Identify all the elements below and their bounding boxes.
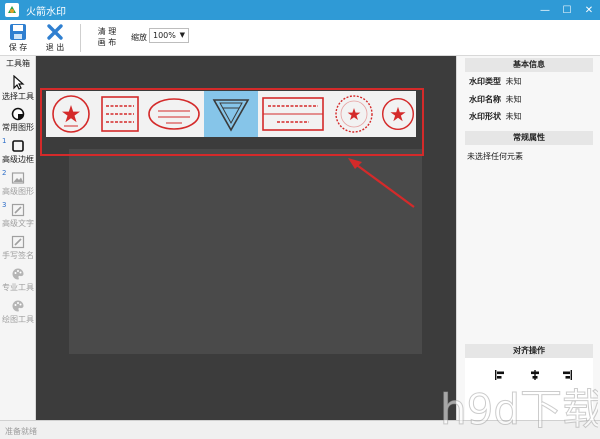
toolbar-divider <box>80 24 81 52</box>
canvas-area[interactable] <box>36 56 456 420</box>
svg-text:h9d下载: h9d下载 <box>440 385 598 434</box>
general-properties-header: 常规属性 <box>465 131 593 145</box>
watermark-name-row: 水印名称 未知 <box>469 94 522 105</box>
field-key: 水印名称 <box>469 95 501 104</box>
close-button[interactable]: ✕ <box>578 0 600 20</box>
watermark-type-row: 水印类型 未知 <box>469 76 522 87</box>
window-title: 火箭水印 <box>26 6 66 18</box>
field-key: 水印类型 <box>469 77 501 86</box>
tool-common-shapes[interactable]: 常用图形 <box>0 107 36 133</box>
field-value: 未知 <box>505 95 522 104</box>
app-logo-icon <box>5 3 19 17</box>
tool-advanced-graphics-label: 高级图形 <box>2 187 34 196</box>
toolbox-title: 工具箱 <box>6 59 30 68</box>
tool-drawing[interactable]: 绘图工具 <box>0 299 36 325</box>
palette-icon <box>12 268 24 280</box>
zoom-select[interactable]: 100% ▼ <box>149 28 189 43</box>
tool-handwritten-signature[interactable]: 手写签名 <box>0 235 36 261</box>
clean-canvas-button[interactable]: 清 理 画 布 <box>96 26 118 48</box>
h9d-watermark-logo: h9d下载 <box>440 385 599 435</box>
tool-select[interactable]: 选择工具 <box>0 75 36 102</box>
minimize-button[interactable]: — <box>534 0 556 20</box>
title-bar: 火箭水印 — ☐ ✕ <box>0 0 600 20</box>
clean-label-line1: 清 理 <box>97 27 117 36</box>
image-icon <box>11 172 25 184</box>
status-text: 准备就绪 <box>5 427 37 436</box>
tool-professional-label: 专业工具 <box>2 283 34 292</box>
chevron-down-icon: ▼ <box>179 31 185 39</box>
no-selection-note: 未选择任何元素 <box>467 152 523 161</box>
exit-x-icon <box>47 24 63 40</box>
tool-drawing-label: 绘图工具 <box>2 315 34 324</box>
field-value: 未知 <box>505 112 522 121</box>
maximize-button[interactable]: ☐ <box>556 0 578 20</box>
circle-shape-icon <box>11 107 25 121</box>
zoom-label: 缩放 <box>131 33 147 42</box>
exit-label: 退 出 <box>45 43 65 52</box>
palette-icon <box>12 300 24 312</box>
align-header: 对齐操作 <box>465 344 593 358</box>
cursor-icon <box>13 75 25 90</box>
tool-professional[interactable]: 专业工具 <box>0 267 36 293</box>
toolbox-panel: 工具箱 选择工具 常用图形 1 高级边框 2 高级图形 3 高级文字 手写签名 … <box>0 56 36 420</box>
tool-handwritten-signature-label: 手写签名 <box>2 251 34 260</box>
main-toolbar: 保 存 退 出 清 理 画 布 缩放 100% ▼ <box>0 20 600 56</box>
tool-common-shapes-label: 常用图形 <box>2 123 34 132</box>
clean-label-line2: 画 布 <box>97 38 117 47</box>
tool-advanced-text-label: 高级文字 <box>2 219 34 228</box>
tool-advanced-text[interactable]: 高级文字 <box>0 203 36 229</box>
arrow-pointer-icon <box>348 158 415 208</box>
watermark-shape-row: 水印形状 未知 <box>469 111 522 122</box>
selection-box <box>40 88 424 156</box>
basic-info-header: 基本信息 <box>465 58 593 72</box>
field-value: 未知 <box>505 77 522 86</box>
exit-button[interactable]: 退 出 <box>43 23 67 53</box>
save-label: 保 存 <box>8 43 28 52</box>
tool-advanced-graphics[interactable]: 高级图形 <box>0 171 36 197</box>
field-key: 水印形状 <box>469 112 501 121</box>
save-button[interactable]: 保 存 <box>6 23 30 53</box>
tool-advanced-border[interactable]: 高级边框 <box>0 139 36 165</box>
pen-sign-icon <box>11 235 25 249</box>
save-icon <box>10 24 26 40</box>
square-border-icon <box>12 140 24 152</box>
edit-text-icon <box>11 203 25 217</box>
tool-select-label: 选择工具 <box>2 92 34 101</box>
zoom-value: 100% <box>153 31 176 40</box>
tool-advanced-border-label: 高级边框 <box>2 155 34 164</box>
properties-panel: 基本信息 水印类型 未知 水印名称 未知 水印形状 未知 常规属性 未选择任何元… <box>456 56 600 420</box>
